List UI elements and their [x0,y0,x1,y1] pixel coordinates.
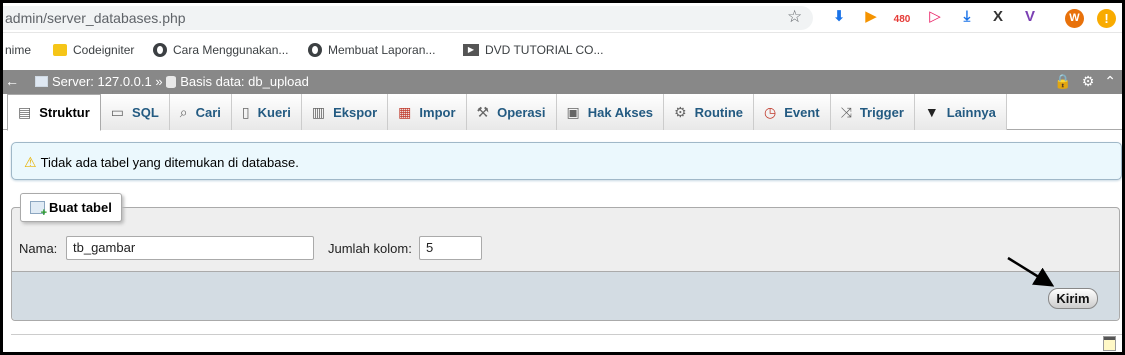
screenshot-frame: admin/server_databases.php ☆ ⬇ ▶ 480 ▷ ⤓… [0,0,1125,355]
structure-icon: ▤ [18,104,32,120]
pma-bar-controls: 🔒 ⚙ ⌃ [1054,73,1116,90]
breadcrumb-database[interactable]: Basis data: db_upload [180,74,309,89]
import-icon: ▦ [398,103,412,120]
url-text[interactable]: admin/server_databases.php [5,10,186,26]
tab-routine[interactable]: ⚙ Routine [664,94,754,130]
notice-message: ⚠ Tidak ada tabel yang ditemukan di data… [24,154,299,171]
breadcrumb: Server: 127.0.0.1 » Basis data: db_uploa… [35,74,309,89]
tab-label: Kueri [257,104,291,120]
new-table-icon [30,201,47,219]
tab-cari[interactable]: ⌕ Cari [169,94,232,130]
warning-icon: ⚠ [24,154,37,170]
bookmark-item[interactable]: Cara Menggunakan... [153,43,288,57]
tab-label: Hak Akses [587,104,654,120]
tab-ekspor[interactable]: ▥ Ekspor [301,94,389,130]
tab-hak-akses[interactable]: ▣ Hak Akses [556,94,665,130]
bookmark-item[interactable]: nime [5,43,31,57]
tab-kueri[interactable]: ▯ Kueri [231,94,302,130]
collapse-icon[interactable]: ⌃ [1104,73,1116,90]
wrench-icon: ⚒ [476,103,490,120]
export-icon: ▥ [311,103,326,120]
bookmark-label: nime [5,43,32,57]
notice-box: ⚠ Tidak ada tabel yang ditemukan di data… [11,142,1122,180]
close-x-icon[interactable]: X [988,8,1008,26]
v-extension-icon[interactable]: V [1020,8,1040,26]
console-icon[interactable] [1103,336,1116,351]
tab-event[interactable]: ◷ Event [754,94,831,130]
divider [11,334,1122,335]
bookmark-label: Cara Menggunakan... [173,43,289,57]
tab-struktur[interactable]: ▤ Struktur [7,94,101,131]
trigger-icon: ⤨ [840,103,852,120]
clock-icon: ◷ [764,103,777,120]
dropdown-icon: ▼ [924,104,939,120]
folder-icon [53,44,67,56]
tab-label: Lainnya [946,104,996,120]
tab-lainnya[interactable]: ▼ Lainnya [914,94,1007,130]
submit-button[interactable]: Kirim [1048,288,1098,309]
tab-sql[interactable]: ▭ SQL [100,94,170,130]
extension-counter-badge[interactable]: 480 [889,11,915,29]
tab-label: Impor [419,104,456,120]
create-table-form-row: Nama: tb_gambar Jumlah kolom: 5 [12,236,1119,272]
legend-label: Buat tabel [49,200,112,215]
query-icon: ▯ [241,103,250,120]
bookmark-star-icon[interactable]: ☆ [787,7,802,27]
pma-breadcrumb-bar: ← Server: 127.0.0.1 » Basis data: db_upl… [3,70,1122,94]
bookmark-label: Codeigniter [73,43,135,57]
server-icon [35,76,48,87]
sql-icon: ▭ [110,103,125,120]
bookmark-label: Membuat Laporan... [328,43,436,57]
profile-avatar[interactable]: W [1065,9,1084,28]
lock-icon[interactable]: 🔒 [1054,73,1071,90]
tab-label: SQL [132,104,159,120]
back-arrow-icon[interactable]: ← [5,73,19,89]
tab-label: Struktur [39,105,90,120]
column-count-input[interactable]: 5 [419,236,482,260]
routine-icon: ⚙ [674,103,687,120]
create-table-legend: Buat tabel [20,193,122,222]
media-play-icon[interactable]: ▷ [925,8,945,26]
tab-label: Routine [694,104,743,120]
tab-operasi[interactable]: ⚒ Operasi [466,94,557,130]
search-icon: ⌕ [179,103,188,120]
privileges-icon: ▣ [566,103,580,120]
table-name-label: Nama: [19,241,58,256]
download-icon[interactable]: ⤓ [957,8,977,26]
play-icon[interactable]: ▶ [861,8,881,26]
tab-trigger[interactable]: ⤨ Trigger [830,94,915,130]
bookmark-item[interactable]: Codeigniter [53,43,134,57]
update-alert-icon[interactable]: ! [1097,9,1116,28]
video-site-icon: ▶ [463,44,479,56]
bookmark-item[interactable]: Membuat Laporan... [308,43,435,57]
table-name-input[interactable]: tb_gambar [66,236,314,260]
tab-impor[interactable]: ▦ Impor [388,94,467,130]
breadcrumb-separator: » [155,74,163,89]
database-tabs: ▤ Struktur ▭ SQL ⌕ Cari ▯ Kueri ▥ Ekspor ▦ Imp… [3,94,1122,131]
tab-label: Trigger [859,104,904,120]
bookmarks-bar: nime Codeigniter Cara Menggunakan... Mem… [3,34,1122,66]
fieldset-footer: Kirim [12,271,1119,320]
annotation-arrow-icon [1007,256,1055,287]
tab-label: Event [784,104,820,120]
breadcrumb-server[interactable]: Server: 127.0.0.1 [52,74,152,89]
bookmark-label: DVD TUTORIAL CO... [485,43,604,57]
globe-icon [153,43,167,57]
bookmark-item[interactable]: ▶ DVD TUTORIAL CO... [463,43,603,57]
download-arrow-icon[interactable]: ⬇ [829,8,849,26]
gear-icon[interactable]: ⚙ [1082,73,1095,90]
address-field[interactable]: admin/server_databases.php [3,6,813,30]
database-icon [166,76,177,88]
browser-url-bar: admin/server_databases.php ☆ ⬇ ▶ 480 ▷ ⤓… [3,3,1122,33]
column-count-label: Jumlah kolom: [328,241,412,256]
tab-label: Operasi [497,104,546,120]
create-table-fieldset: Buat tabel Nama: tb_gambar Jumlah kolom:… [11,193,1120,321]
globe-icon [308,43,322,57]
notice-text: Tidak ada tabel yang ditemukan di databa… [40,155,299,170]
tab-label: Ekspor [333,104,378,120]
tab-label: Cari [195,104,221,120]
